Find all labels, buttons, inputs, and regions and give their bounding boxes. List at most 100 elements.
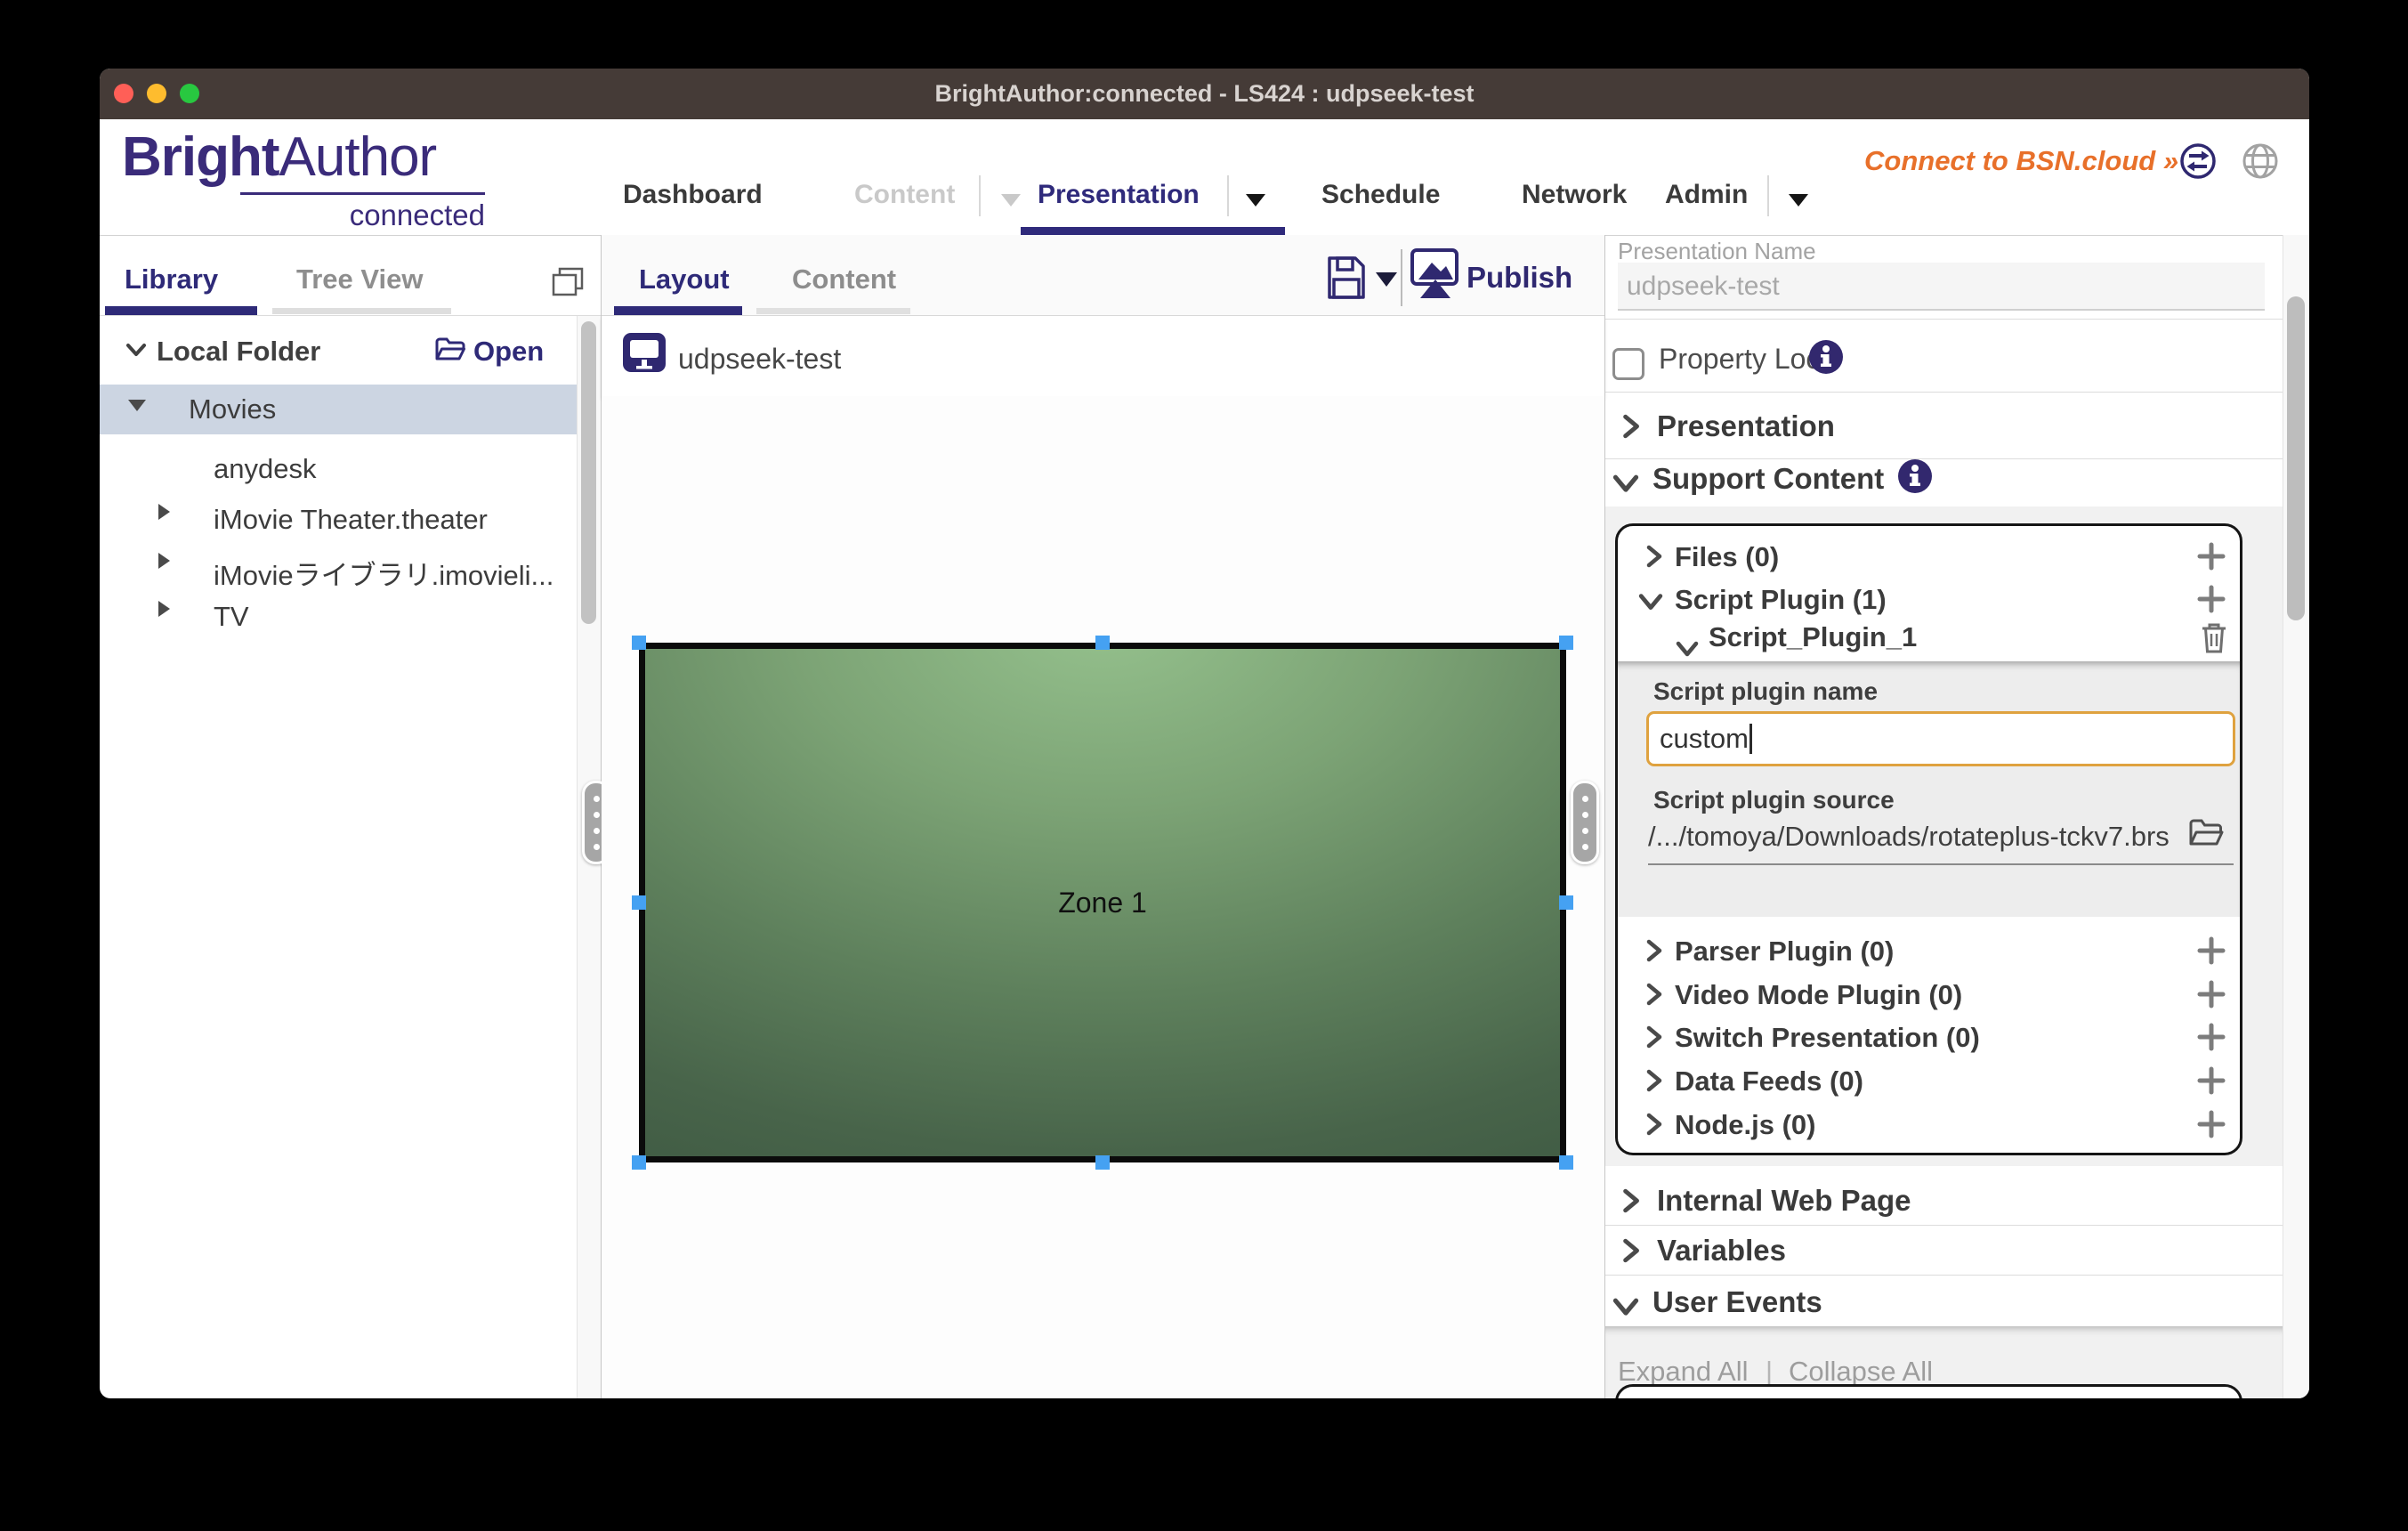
zone-handle-mid-left[interactable] xyxy=(632,895,646,910)
tree-collapsed-caret-icon[interactable] xyxy=(158,504,170,520)
zone-handle-bottom-mid[interactable] xyxy=(1095,1155,1110,1170)
divider xyxy=(1605,319,2283,320)
accordion-presentation[interactable]: Presentation xyxy=(1657,409,1835,443)
open-button[interactable]: Open xyxy=(473,336,544,368)
property-lock-checkbox[interactable] xyxy=(1612,348,1644,380)
group-video-mode-plugin[interactable]: Video Mode Plugin (0) xyxy=(1675,979,1962,1011)
chevron-right-icon[interactable] xyxy=(1642,1113,1665,1136)
chevron-right-icon[interactable] xyxy=(1642,1025,1665,1049)
chevron-right-icon[interactable] xyxy=(1618,1238,1643,1263)
user-events-box-partial xyxy=(1615,1384,2242,1398)
popout-panel-icon[interactable] xyxy=(551,266,585,298)
tree-item[interactable]: TV xyxy=(214,601,249,633)
content-dropdown-caret-icon[interactable] xyxy=(1001,194,1021,207)
tab-layout[interactable]: Layout xyxy=(639,263,730,296)
browse-folder-open-icon[interactable] xyxy=(2187,816,2225,850)
chevron-down-icon[interactable] xyxy=(125,338,148,361)
publish-button[interactable]: Publish xyxy=(1467,261,1572,295)
info-icon[interactable] xyxy=(1897,458,1933,494)
text-cursor xyxy=(1749,724,1752,754)
zone-handle-top-left[interactable] xyxy=(632,636,646,650)
add-data-feeds-plus-icon[interactable] xyxy=(2196,1065,2226,1096)
zone-handle-top-right[interactable] xyxy=(1559,636,1573,650)
chevron-down-icon[interactable] xyxy=(1638,588,1663,613)
group-files[interactable]: Files (0) xyxy=(1675,541,1779,573)
chevron-down-icon[interactable] xyxy=(1676,636,1699,660)
chevron-down-icon[interactable] xyxy=(1612,469,1639,496)
logo-subtitle: connected xyxy=(307,198,485,232)
nav-network[interactable]: Network xyxy=(1522,180,1627,210)
tab-library[interactable]: Library xyxy=(125,263,218,296)
add-script-plugin-plus-icon[interactable] xyxy=(2196,584,2226,614)
add-files-plus-icon[interactable] xyxy=(2196,541,2226,571)
properties-scrollbar-thumb[interactable] xyxy=(2287,296,2305,620)
tree-item[interactable]: iMovie Theater.theater xyxy=(214,504,488,536)
chevron-right-icon[interactable] xyxy=(1642,939,1665,962)
group-parser-plugin[interactable]: Parser Plugin (0) xyxy=(1675,936,1894,968)
zone-handle-mid-right[interactable] xyxy=(1559,895,1573,910)
zone-handle-top-mid[interactable] xyxy=(1095,636,1110,650)
add-nodejs-plus-icon[interactable] xyxy=(2196,1109,2226,1139)
publish-icon[interactable] xyxy=(1410,247,1459,301)
tree-collapsed-caret-icon[interactable] xyxy=(158,553,170,569)
nav-schedule[interactable]: Schedule xyxy=(1321,180,1440,210)
nav-dashboard[interactable]: Dashboard xyxy=(623,180,763,210)
presentation-name-label: Presentation Name xyxy=(1618,238,1816,265)
active-nav-underline xyxy=(1021,227,1285,235)
trash-icon[interactable] xyxy=(2198,620,2230,654)
add-video-mode-plus-icon[interactable] xyxy=(2196,979,2226,1009)
group-nodejs[interactable]: Node.js (0) xyxy=(1675,1109,1815,1141)
presentation-dropdown-caret-icon[interactable] xyxy=(1246,194,1265,207)
local-folder-label[interactable]: Local Folder xyxy=(157,336,320,368)
nav-admin[interactable]: Admin xyxy=(1665,180,1748,210)
tree-row-selected[interactable] xyxy=(100,385,579,434)
script-plugin-item[interactable]: Script_Plugin_1 xyxy=(1709,621,1917,653)
collapse-all-link[interactable]: Collapse All xyxy=(1789,1356,1933,1388)
zone-handle-bottom-right[interactable] xyxy=(1559,1155,1573,1170)
info-icon[interactable] xyxy=(1808,339,1844,375)
tree-item-movies[interactable]: Movies xyxy=(189,393,276,425)
script-plugin-name-input[interactable]: custom xyxy=(1646,711,2235,766)
connect-to-bsn-link[interactable]: Connect to BSN.cloud » xyxy=(1864,145,2178,177)
zone-1[interactable]: Zone 1 xyxy=(639,643,1566,1162)
globe-icon[interactable] xyxy=(2242,142,2279,180)
nav-content[interactable]: Content xyxy=(854,180,955,210)
group-switch-presentation[interactable]: Switch Presentation (0) xyxy=(1675,1022,1980,1054)
chevron-right-icon[interactable] xyxy=(1642,1069,1665,1092)
folder-open-icon[interactable] xyxy=(434,336,466,364)
nav-presentation[interactable]: Presentation xyxy=(1038,180,1200,210)
canvas-presentation-name: udpseek-test xyxy=(678,343,841,376)
group-script-plugin[interactable]: Script Plugin (1) xyxy=(1675,584,1887,616)
layout-tab-underline xyxy=(614,306,742,315)
tree-item[interactable]: anydesk xyxy=(214,453,316,485)
divider xyxy=(1605,1225,2283,1226)
right-splitter-handle[interactable] xyxy=(1571,781,1599,864)
save-dropdown-caret-icon[interactable] xyxy=(1376,272,1397,287)
group-data-feeds[interactable]: Data Feeds (0) xyxy=(1675,1065,1863,1098)
chevron-right-icon[interactable] xyxy=(1618,1188,1643,1213)
save-icon[interactable] xyxy=(1324,255,1369,301)
accordion-user-events[interactable]: User Events xyxy=(1652,1285,1822,1319)
tree-collapsed-caret-icon[interactable] xyxy=(158,601,170,617)
accordion-support-content[interactable]: Support Content xyxy=(1652,462,1884,496)
accordion-variables[interactable]: Variables xyxy=(1657,1234,1786,1268)
chevron-down-icon[interactable] xyxy=(1612,1292,1639,1319)
window-title: BrightAuthor:connected - LS424 : udpseek… xyxy=(100,69,2309,119)
chevron-right-icon[interactable] xyxy=(1642,983,1665,1006)
zone-handle-bottom-left[interactable] xyxy=(632,1155,646,1170)
accordion-internal-web-page[interactable]: Internal Web Page xyxy=(1657,1184,1911,1218)
chevron-right-icon[interactable] xyxy=(1618,414,1643,439)
tab-tree-view[interactable]: Tree View xyxy=(296,263,423,296)
tab-content[interactable]: Content xyxy=(792,263,896,296)
expand-all-link[interactable]: Expand All xyxy=(1618,1356,1749,1388)
transfer-icon[interactable] xyxy=(2179,142,2217,180)
admin-dropdown-caret-icon[interactable] xyxy=(1789,194,1808,207)
add-parser-plugin-plus-icon[interactable] xyxy=(2196,936,2226,966)
presentation-name-input[interactable]: udpseek-test xyxy=(1618,263,2265,311)
library-scrollbar-thumb[interactable] xyxy=(581,321,596,624)
logo-author: Author xyxy=(279,126,437,188)
tree-item[interactable]: iMovieライブラリ.imovieli... xyxy=(214,553,554,593)
tree-expanded-caret-icon[interactable] xyxy=(128,400,146,411)
add-switch-presentation-plus-icon[interactable] xyxy=(2196,1022,2226,1052)
chevron-right-icon[interactable] xyxy=(1642,545,1665,568)
